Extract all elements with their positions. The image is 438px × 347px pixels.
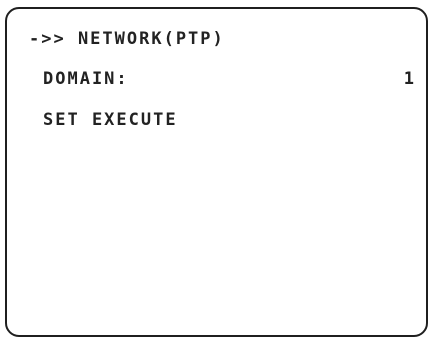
- menu-screen: ->> NETWORK(PTP) DOMAIN: 1 SET EXECUTE: [5, 7, 428, 337]
- set-execute-item[interactable]: SET EXECUTE: [43, 110, 178, 130]
- menu-title: ->> NETWORK(PTP): [29, 29, 225, 49]
- domain-label[interactable]: DOMAIN:: [43, 69, 129, 89]
- domain-value[interactable]: 1: [404, 69, 416, 89]
